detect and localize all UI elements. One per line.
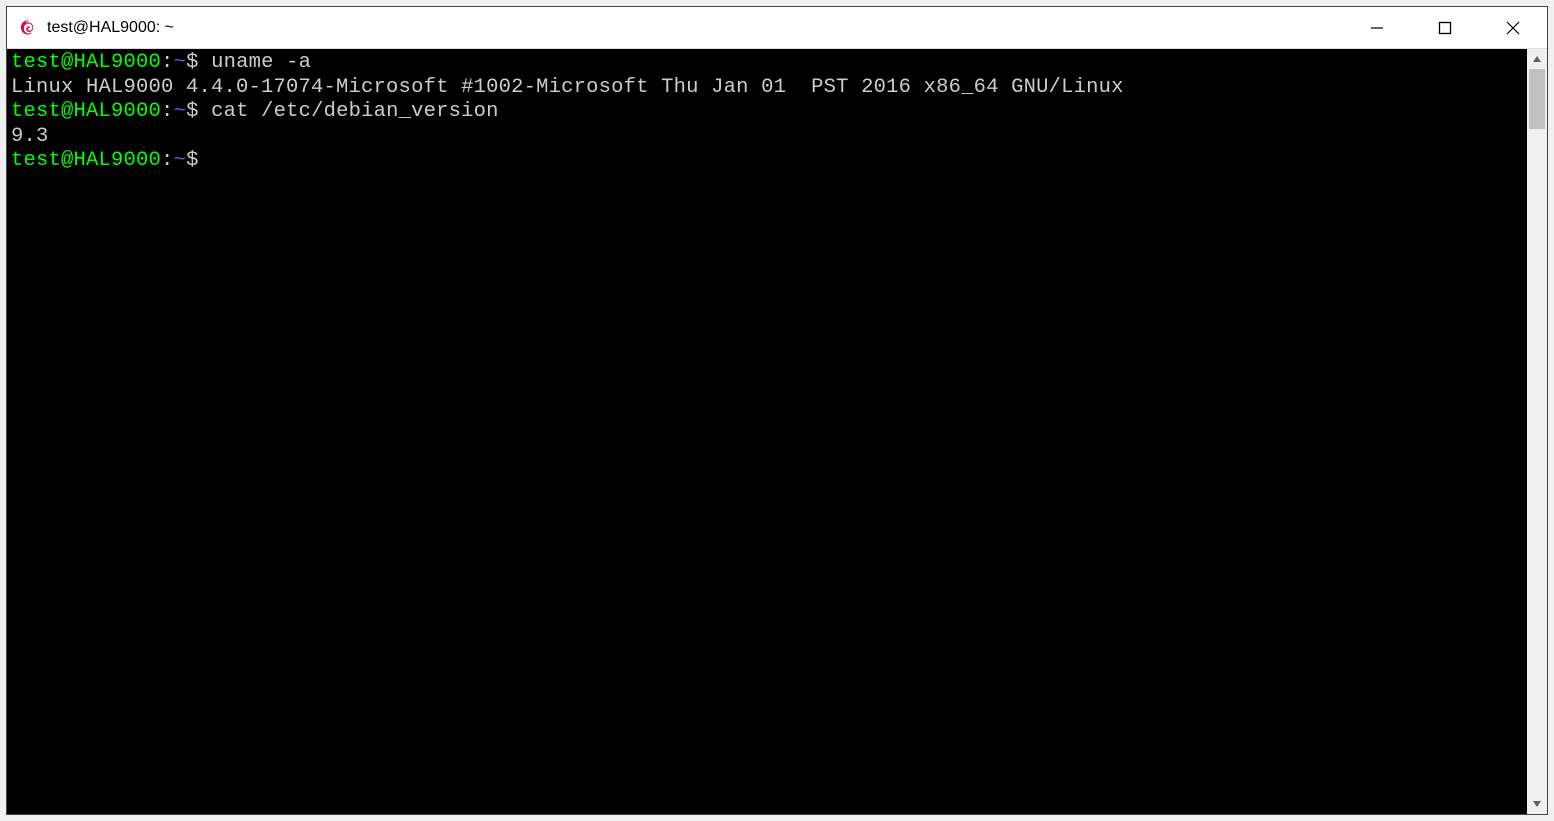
window-controls	[1343, 7, 1547, 48]
terminal-window: test@HAL9000: ~ test@HAL9000:~$ uname -a…	[6, 6, 1548, 815]
output-text: 9.3	[11, 125, 49, 148]
terminal-line: test@HAL9000:~$ uname -a	[11, 51, 1523, 76]
titlebar[interactable]: test@HAL9000: ~	[7, 7, 1547, 49]
terminal-line: 9.3	[11, 125, 1523, 150]
prompt-user: test@HAL9000	[11, 51, 161, 74]
prompt-symbol: $	[186, 51, 211, 74]
command-text: uname -a	[211, 51, 311, 74]
prompt-separator: :	[161, 51, 174, 74]
prompt-path: ~	[174, 51, 187, 74]
terminal-content[interactable]: test@HAL9000:~$ uname -aLinux HAL9000 4.…	[7, 49, 1527, 814]
scrollbar[interactable]	[1527, 49, 1547, 814]
close-button[interactable]	[1479, 7, 1547, 48]
terminal-line: test@HAL9000:~$	[11, 149, 1523, 174]
terminal-line: test@HAL9000:~$ cat /etc/debian_version	[11, 100, 1523, 125]
scroll-track[interactable]	[1527, 69, 1547, 794]
prompt-symbol: $	[186, 149, 211, 172]
output-text: Linux HAL9000 4.4.0-17074-Microsoft #100…	[11, 76, 1124, 99]
minimize-button[interactable]	[1343, 7, 1411, 48]
prompt-separator: :	[161, 100, 174, 123]
prompt-user: test@HAL9000	[11, 100, 161, 123]
debian-icon	[17, 17, 39, 39]
scroll-thumb[interactable]	[1529, 69, 1545, 129]
command-text: cat /etc/debian_version	[211, 100, 499, 123]
maximize-button[interactable]	[1411, 7, 1479, 48]
window-title: test@HAL9000: ~	[47, 19, 174, 37]
prompt-symbol: $	[186, 100, 211, 123]
scroll-up-arrow[interactable]	[1527, 49, 1547, 69]
prompt-path: ~	[174, 100, 187, 123]
titlebar-left: test@HAL9000: ~	[7, 17, 174, 39]
terminal-area: test@HAL9000:~$ uname -aLinux HAL9000 4.…	[7, 49, 1547, 814]
prompt-user: test@HAL9000	[11, 149, 161, 172]
scroll-down-arrow[interactable]	[1527, 794, 1547, 814]
prompt-path: ~	[174, 149, 187, 172]
prompt-separator: :	[161, 149, 174, 172]
terminal-line: Linux HAL9000 4.4.0-17074-Microsoft #100…	[11, 76, 1523, 101]
